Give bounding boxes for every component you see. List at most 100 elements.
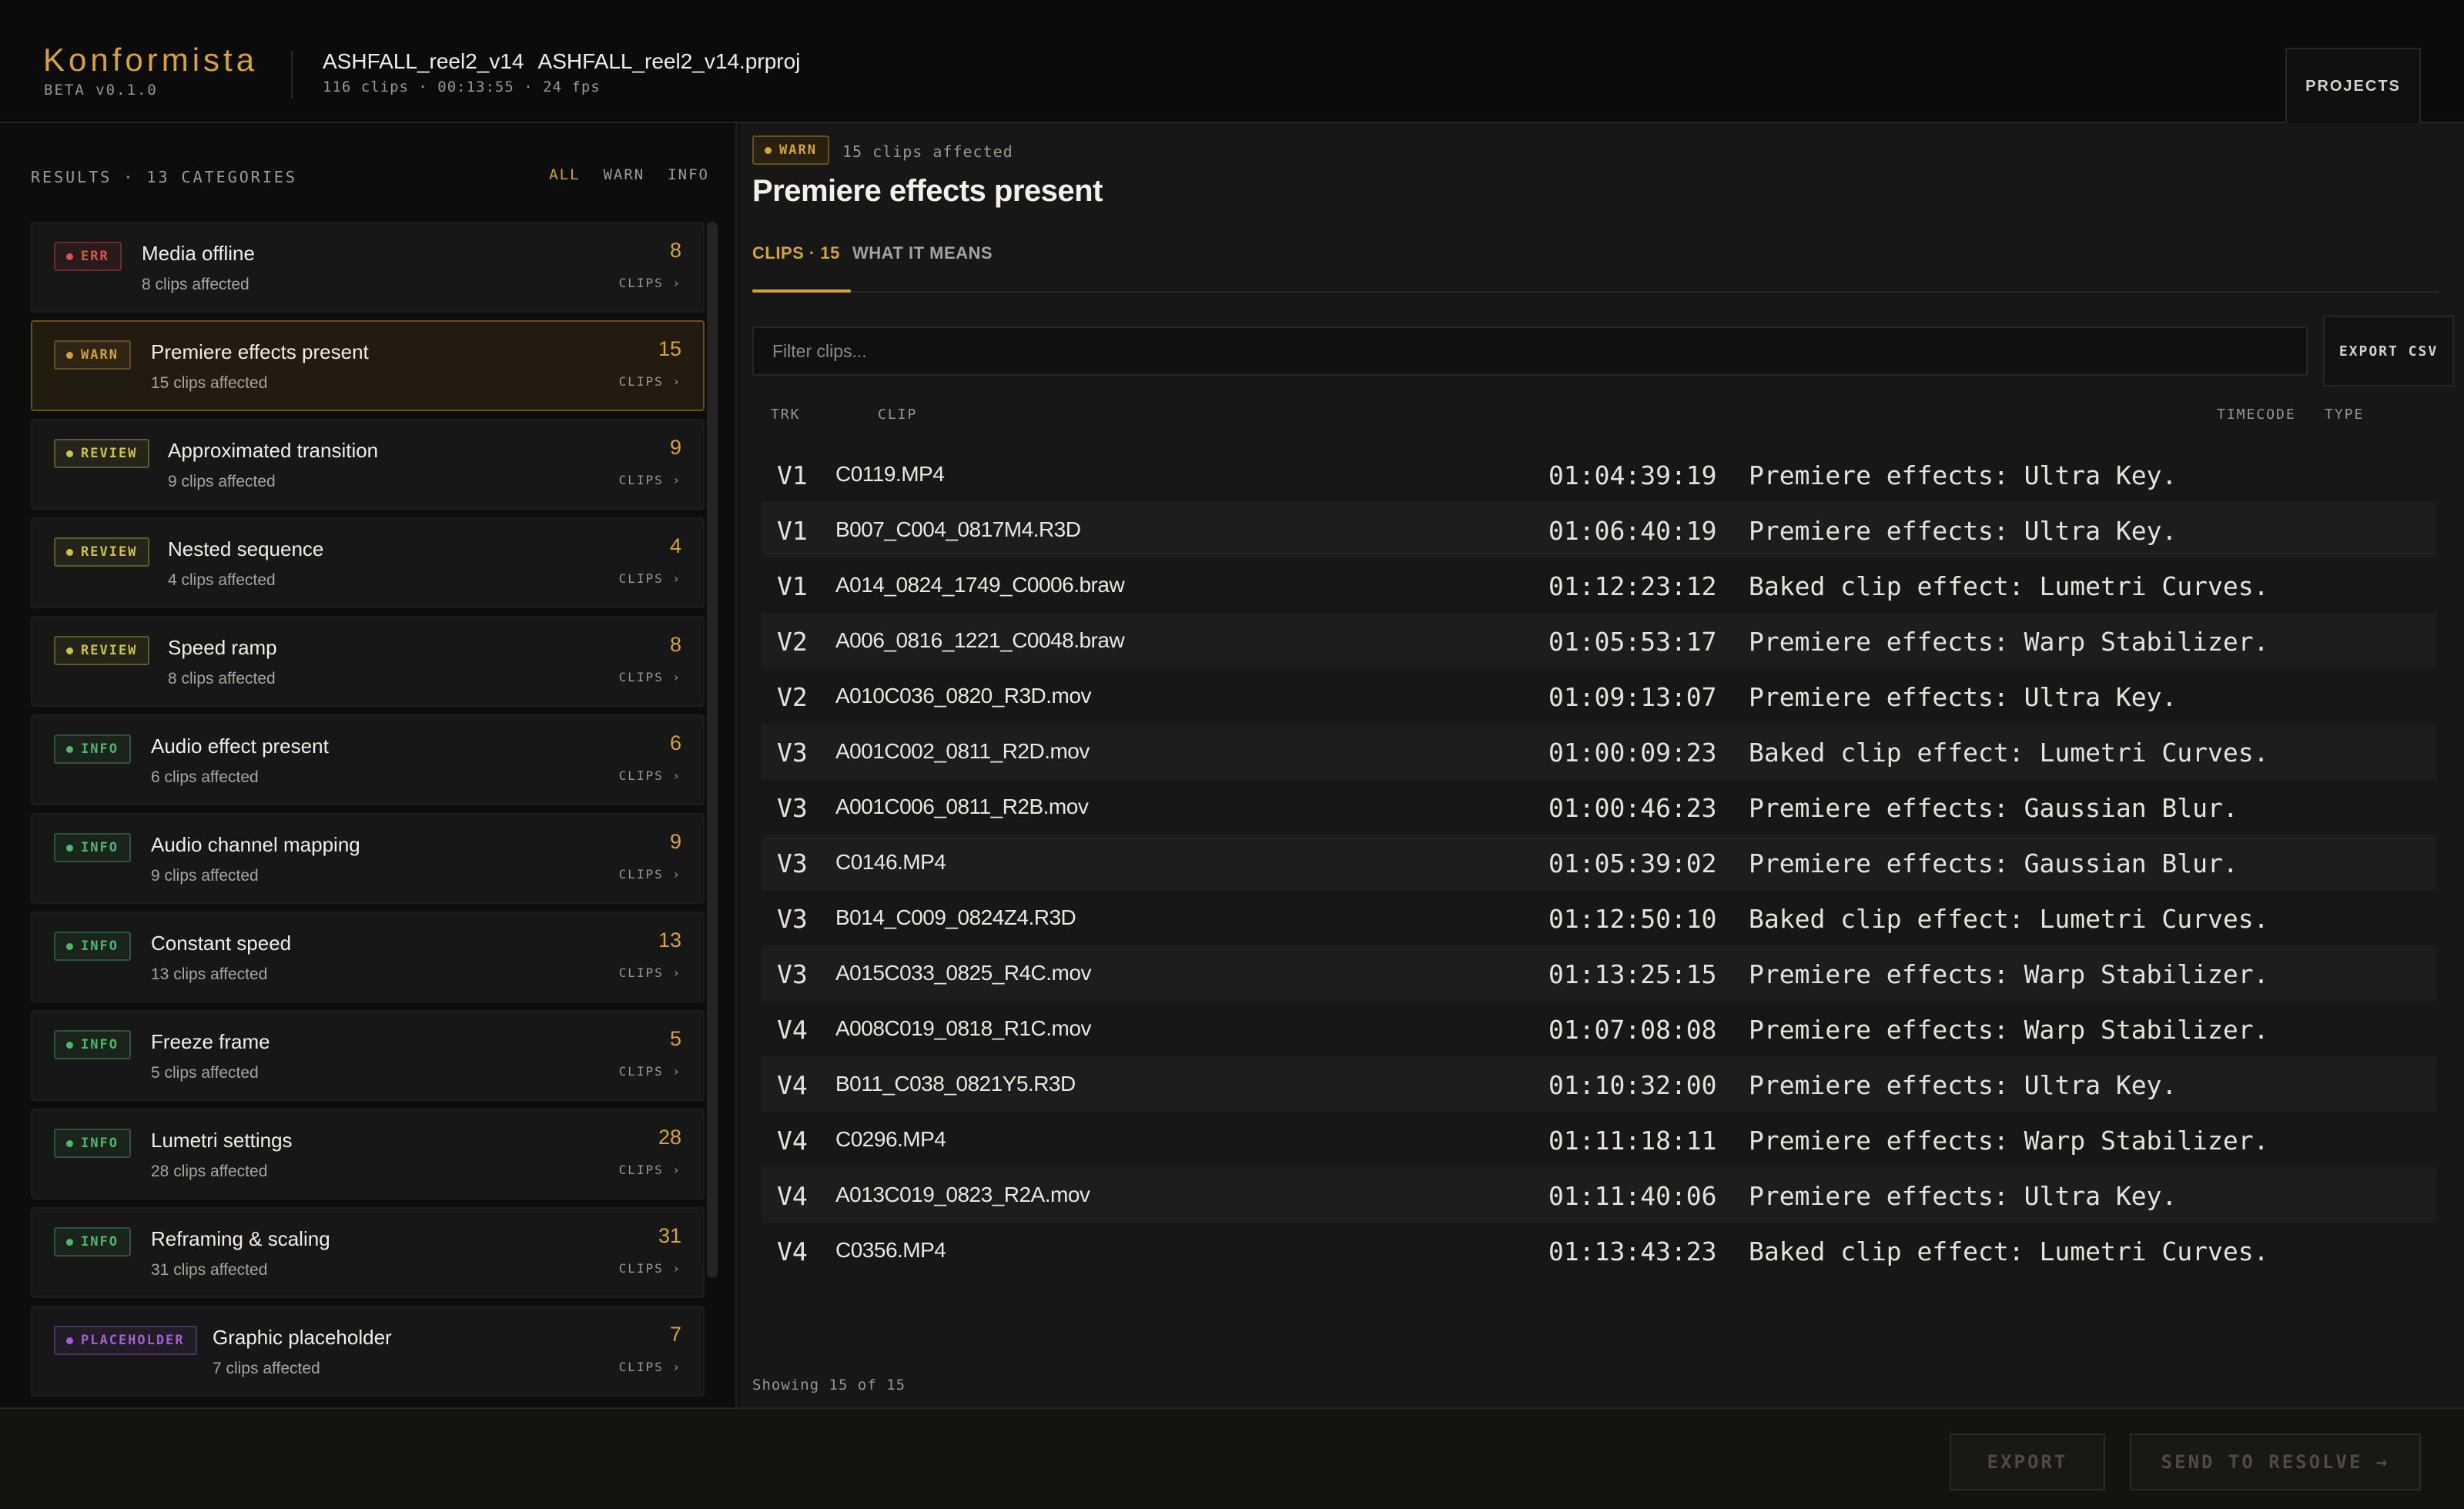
table-row[interactable]: V3 C0146.MP4 01:05:39:02 Premiere effects: … xyxy=(762,835,2437,890)
table-row[interactable]: V3 B014_C009_0824Z4.R3D 01:12:50:10 Baked c… xyxy=(762,890,2437,945)
results-label: RESULTS · 13 CATEGORIES xyxy=(31,168,297,186)
column-header-clip[interactable]: CLIP xyxy=(878,407,917,423)
category-item[interactable]: INFO Audio effect present 6 clips affected… xyxy=(31,714,705,805)
row-timecode: 01:09:13:07 xyxy=(1548,682,1717,712)
table-row[interactable]: V4 C0296.MP4 01:11:18:11 Premiere effects: … xyxy=(762,1112,2437,1167)
category-clips-link[interactable]: CLIPS › xyxy=(619,1261,681,1276)
category-count: 4 xyxy=(669,534,681,557)
category-count: 8 xyxy=(669,633,681,656)
category-item[interactable]: ERR Media offline 8 clips affected 8 CLIPS › xyxy=(31,222,705,313)
filter-clips-input[interactable] xyxy=(752,326,2308,376)
column-header-trk[interactable]: TRK xyxy=(771,407,801,423)
row-type: Premiere effects: Warp Stabilizer. xyxy=(1749,1126,2269,1156)
table-row[interactable]: V1 B007_C004_0817M4.R3D 01:06:40:19 Premier… xyxy=(762,502,2437,557)
showing-count: Showing 15 of 15 xyxy=(752,1377,906,1394)
table-row[interactable]: V4 A008C019_0818_R1C.mov 01:07:08:08 Premie… xyxy=(762,1001,2437,1056)
category-item[interactable]: PLACEHOLDER Graphic placeholder 7 clips af… xyxy=(31,1306,705,1397)
category-item[interactable]: REVIEW Nested sequence 4 clips affected 4 CL… xyxy=(31,517,705,608)
row-clip-name: C0296.MP4 xyxy=(835,1127,946,1151)
severity-dot-icon xyxy=(66,253,73,260)
category-subtitle: 15 clips affected xyxy=(151,374,268,392)
export-csv-button[interactable]: EXPORT CSV xyxy=(2323,316,2454,386)
table-row[interactable]: V3 A001C002_0811_R2D.mov 01:00:09:23 Baked … xyxy=(762,724,2437,779)
projects-button[interactable]: PROJECTS xyxy=(2285,48,2421,123)
category-clips-link[interactable]: CLIPS › xyxy=(619,965,681,980)
category-clips-link[interactable]: CLIPS › xyxy=(619,374,681,389)
row-type: Premiere effects: Gaussian Blur. xyxy=(1749,793,2238,823)
severity-dot-icon xyxy=(66,745,73,753)
table-row[interactable]: V3 A015C033_0825_R4C.mov 01:13:25:15 Premie… xyxy=(762,945,2437,1001)
table-row[interactable]: V2 A006_0816_1221_C0048.braw 01:05:53:17 Pr… xyxy=(762,613,2437,668)
category-subtitle: 8 clips affected xyxy=(142,276,249,293)
row-timecode: 01:04:39:19 xyxy=(1548,460,1717,490)
category-subtitle: 6 clips affected xyxy=(151,768,259,786)
app-logo: Konformista xyxy=(43,42,259,78)
table-row[interactable]: V2 A010C036_0820_R3D.mov 01:09:13:07 Premie… xyxy=(762,668,2437,724)
category-clips-link[interactable]: CLIPS › xyxy=(619,867,681,882)
category-list: ERR Media offline 8 clips affected 8 CLIPS ›… xyxy=(31,222,705,1407)
severity-badge: INFO xyxy=(54,833,131,862)
table-row[interactable]: V4 C0356.MP4 01:13:43:23 Baked clip effect:… xyxy=(762,1223,2437,1278)
tab-clips[interactable]: CLIPS · 15 xyxy=(752,243,840,263)
export-button[interactable]: EXPORT xyxy=(1950,1434,2105,1491)
row-track: V3 xyxy=(777,848,808,878)
severity-dot-icon xyxy=(66,647,73,654)
category-clips-link[interactable]: CLIPS › xyxy=(619,1163,681,1177)
category-clips-link[interactable]: CLIPS › xyxy=(619,1360,681,1374)
filter-all[interactable]: ALL xyxy=(549,166,580,183)
category-subtitle: 7 clips affected xyxy=(213,1360,320,1377)
category-item[interactable]: INFO Reframing & scaling 31 clips affected… xyxy=(31,1207,705,1298)
category-item[interactable]: INFO Lumetri settings 28 clips affected 28 C… xyxy=(31,1109,705,1200)
severity-badge-label: INFO xyxy=(81,741,119,757)
category-clips-link[interactable]: CLIPS › xyxy=(619,670,681,684)
category-clips-link[interactable]: CLIPS › xyxy=(619,473,681,487)
severity-dot-icon xyxy=(66,1337,73,1344)
row-clip-name: C0146.MP4 xyxy=(835,850,946,874)
category-clips-link[interactable]: CLIPS › xyxy=(619,768,681,783)
send-to-resolve-button[interactable]: SEND TO RESOLVE → xyxy=(2130,1434,2421,1491)
category-subtitle: 9 clips affected xyxy=(151,867,259,885)
severity-badge-label: INFO xyxy=(81,1037,119,1052)
category-title: Speed ramp xyxy=(168,636,277,659)
row-type: Baked clip effect: Lumetri Curves. xyxy=(1749,904,2269,934)
category-clips-link[interactable]: CLIPS › xyxy=(619,276,681,290)
severity-badge-label: REVIEW xyxy=(81,643,138,658)
table-row[interactable]: V1 C0119.MP4 01:04:39:19 Premiere effects: … xyxy=(762,447,2437,502)
category-item[interactable]: INFO Constant speed 13 clips affected 13 CLI… xyxy=(31,912,705,1002)
severity-badge: INFO xyxy=(54,734,131,764)
category-title: Approximated transition xyxy=(168,439,379,462)
row-type: Baked clip effect: Lumetri Curves. xyxy=(1749,571,2269,601)
severity-badge: WARN xyxy=(54,340,131,370)
table-row[interactable]: V1 A014_0824_1749_C0006.braw 01:12:23:12 Ba… xyxy=(762,557,2437,613)
row-timecode: 01:07:08:08 xyxy=(1548,1015,1717,1045)
row-timecode: 01:13:43:23 xyxy=(1548,1236,1717,1266)
column-header-type[interactable]: TYPE xyxy=(2325,407,2364,423)
row-timecode: 01:05:39:02 xyxy=(1548,848,1717,878)
category-item[interactable]: REVIEW Speed ramp 8 clips affected 8 CLIPS › xyxy=(31,616,705,707)
table-row[interactable]: V4 B011_C038_0821Y5.R3D 01:10:32:00 Premier… xyxy=(762,1056,2437,1112)
severity-dot-icon xyxy=(66,450,73,457)
active-tab-indicator xyxy=(752,289,851,293)
severity-badge: ERR xyxy=(54,242,122,271)
column-header-timecode[interactable]: TIMECODE xyxy=(2217,407,2296,423)
table-row[interactable]: V4 A013C019_0823_R2A.mov 01:11:40:06 Premie… xyxy=(762,1167,2437,1223)
row-timecode: 01:11:18:11 xyxy=(1548,1126,1717,1156)
category-clips-link[interactable]: CLIPS › xyxy=(619,1064,681,1079)
severity-dot-icon xyxy=(66,942,73,950)
tab-what-it-means[interactable]: WHAT IT MEANS xyxy=(852,243,993,263)
filter-info[interactable]: INFO xyxy=(668,166,709,183)
category-item[interactable]: WARN Premiere effects present 15 clips aff… xyxy=(31,320,705,411)
affected-count: 15 clips affected xyxy=(842,142,1013,161)
category-item[interactable]: REVIEW Approximated transition 9 clips aff… xyxy=(31,419,705,510)
severity-badge: REVIEW xyxy=(54,636,150,665)
row-clip-name: A001C006_0811_R2B.mov xyxy=(835,795,1089,818)
row-timecode: 01:13:25:15 xyxy=(1548,959,1717,989)
category-clips-link[interactable]: CLIPS › xyxy=(619,571,681,586)
filter-warn[interactable]: WARN xyxy=(603,166,644,183)
category-scrollbar[interactable] xyxy=(707,222,718,1278)
category-item[interactable]: INFO Freeze frame 5 clips affected 5 CLIPS › xyxy=(31,1010,705,1101)
severity-badge: INFO xyxy=(54,1227,131,1256)
category-item[interactable]: INFO Audio channel mapping 9 clips affecte… xyxy=(31,813,705,904)
table-row[interactable]: V3 A001C006_0811_R2B.mov 01:00:46:23 Premie… xyxy=(762,779,2437,835)
row-track: V2 xyxy=(777,627,808,657)
